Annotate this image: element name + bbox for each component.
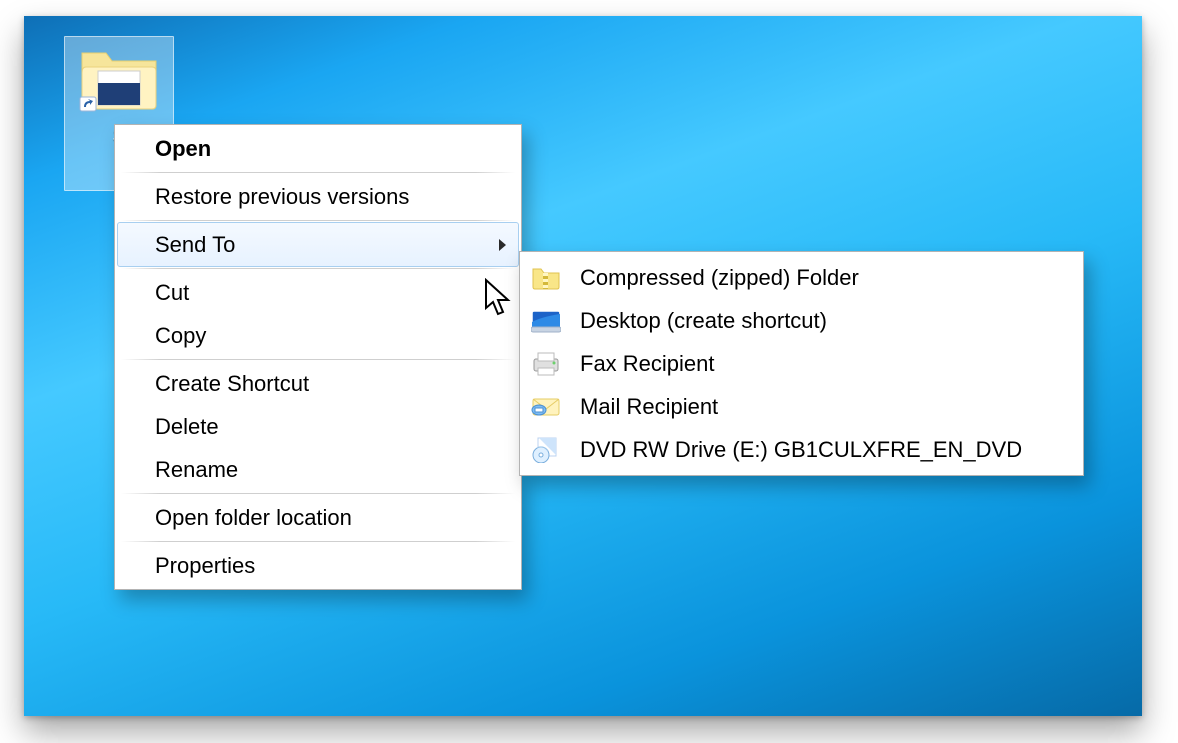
menu-item-label: Create Shortcut	[155, 371, 309, 397]
send-to-desktop-shortcut[interactable]: Desktop (create shortcut)	[522, 299, 1081, 342]
menu-send-to[interactable]: Send To	[117, 222, 519, 267]
send-to-dvd-drive[interactable]: DVD RW Drive (E:) GB1CULXFRE_EN_DVD	[522, 428, 1081, 471]
folder-icon	[76, 43, 162, 123]
submenu-item-label: DVD RW Drive (E:) GB1CULXFRE_EN_DVD	[580, 437, 1022, 463]
context-menu: Open Restore previous versions Send To C…	[114, 124, 522, 590]
menu-cut[interactable]: Cut	[117, 271, 519, 314]
desktop-background[interactable]: S Open Restore previous versions Send To…	[24, 16, 1142, 716]
send-to-mail-recipient[interactable]: Mail Recipient	[522, 385, 1081, 428]
menu-separator	[121, 541, 515, 542]
menu-restore-previous-versions[interactable]: Restore previous versions	[117, 175, 519, 218]
send-to-fax-recipient[interactable]: Fax Recipient	[522, 342, 1081, 385]
submenu-item-label: Mail Recipient	[580, 394, 718, 420]
menu-item-label: Restore previous versions	[155, 184, 409, 210]
menu-properties[interactable]: Properties	[117, 544, 519, 587]
menu-copy[interactable]: Copy	[117, 314, 519, 357]
zipped-folder-icon	[528, 265, 564, 291]
menu-item-label: Cut	[155, 280, 189, 306]
menu-create-shortcut[interactable]: Create Shortcut	[117, 362, 519, 405]
menu-separator	[121, 172, 515, 173]
mail-icon	[528, 396, 564, 418]
menu-separator	[121, 268, 515, 269]
menu-separator	[121, 359, 515, 360]
menu-separator	[121, 493, 515, 494]
menu-rename[interactable]: Rename	[117, 448, 519, 491]
menu-open-folder-location[interactable]: Open folder location	[117, 496, 519, 539]
submenu-arrow-icon	[499, 239, 506, 251]
desktop-icon	[528, 309, 564, 333]
menu-item-label: Properties	[155, 553, 255, 579]
send-to-submenu: Compressed (zipped) Folder Desktop (crea…	[519, 251, 1084, 476]
menu-item-label: Copy	[155, 323, 206, 349]
menu-item-label: Open	[155, 136, 211, 162]
menu-separator	[121, 220, 515, 221]
submenu-item-label: Desktop (create shortcut)	[580, 308, 827, 334]
send-to-compressed-folder[interactable]: Compressed (zipped) Folder	[522, 256, 1081, 299]
menu-item-label: Send To	[155, 232, 235, 258]
menu-item-label: Open folder location	[155, 505, 352, 531]
menu-open[interactable]: Open	[117, 127, 519, 170]
menu-item-label: Delete	[155, 414, 219, 440]
menu-item-label: Rename	[155, 457, 238, 483]
submenu-item-label: Fax Recipient	[580, 351, 715, 377]
menu-delete[interactable]: Delete	[117, 405, 519, 448]
dvd-drive-icon	[528, 437, 564, 463]
fax-icon	[528, 351, 564, 377]
submenu-item-label: Compressed (zipped) Folder	[580, 265, 859, 291]
